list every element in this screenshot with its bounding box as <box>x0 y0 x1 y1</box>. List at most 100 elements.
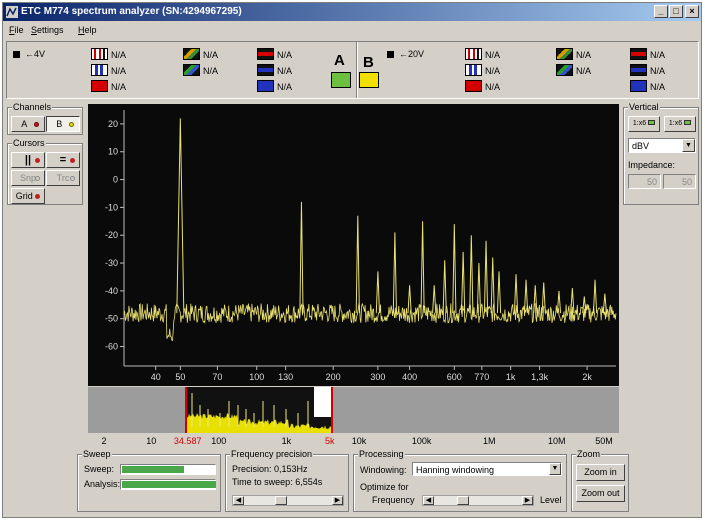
spectrum-peak[interactable] <box>375 271 380 314</box>
snr-icon <box>183 64 200 76</box>
overview-tick-label: 100k <box>412 436 432 446</box>
windowing-select[interactable]: Hanning windowing ▼ <box>412 462 562 476</box>
unit-select[interactable]: dBV ▼ <box>628 138 696 153</box>
precision-slider[interactable]: ◀ ▶ <box>232 495 344 506</box>
frequency-label: Frequency <box>372 495 415 505</box>
close-button[interactable]: × <box>685 5 699 18</box>
x-tick-label: 1,3k <box>531 372 549 382</box>
spectrum-peak[interactable] <box>407 285 412 314</box>
overview-chart[interactable]: 2 10 34.587 100 1k 5k 10k 100k 1M 10M 50M <box>88 387 619 448</box>
b-marker-value: N/A <box>485 82 501 92</box>
menu-settings[interactable]: Settings <box>31 25 64 35</box>
impedance-b-field[interactable]: 50 <box>663 174 696 189</box>
scale-a-button[interactable]: 1:x6 <box>628 116 660 132</box>
analysis-label: Analysis: <box>84 479 121 489</box>
b-freq-icon <box>630 80 647 92</box>
cursors-label: Cursors <box>12 138 46 148</box>
level-label: Level <box>540 495 562 505</box>
overview-selection-highlight <box>314 387 331 417</box>
snap-button[interactable]: Snp <box>11 170 45 186</box>
zoom-group: Zoom Zoom in Zoom out <box>571 449 629 512</box>
spectrum-chart[interactable]: 20100-10-20-30-40-50-6040 50 70 100 130 200 30… <box>88 104 619 386</box>
range-b-label: ←20V <box>399 49 425 59</box>
precision-left-arrow-icon[interactable]: ◀ <box>233 496 244 505</box>
spectrum-peak[interactable] <box>556 290 562 314</box>
windowing-dropdown-icon[interactable]: ▼ <box>549 463 561 475</box>
spectrum-peak[interactable] <box>602 293 607 314</box>
optimize-slider-thumb[interactable] <box>457 496 469 505</box>
max-level-value: N/A <box>111 50 127 60</box>
analysis-progress-bar <box>120 479 216 490</box>
zoom-out-button[interactable]: Zoom out <box>576 485 625 502</box>
precision-right-arrow-icon[interactable]: ▶ <box>332 496 343 505</box>
vertical-group: Vertical 1:x6 1:x6 dBV ▼ Impedance: 50 5… <box>623 102 699 205</box>
vertical-cursor-icon: || <box>24 154 32 166</box>
zoom-in-button[interactable]: Zoom in <box>576 464 625 481</box>
range-swatch-b <box>387 51 394 58</box>
spectrum-peak[interactable] <box>483 240 489 314</box>
track-label: Trc <box>56 173 70 183</box>
spectrum-peak[interactable] <box>420 221 425 314</box>
optimize-left-arrow-icon[interactable]: ◀ <box>423 496 434 505</box>
spectrum-peak[interactable] <box>523 279 529 314</box>
grid-button[interactable]: Grid <box>11 188 45 204</box>
b-max-level-value: N/A <box>485 50 501 60</box>
x-tick-label: 70 <box>212 372 222 382</box>
spectrum-peak[interactable] <box>490 257 495 314</box>
channel-b-button[interactable]: B <box>46 116 80 132</box>
app-window: ETC M774 spectrum analyzer (SN:429496729… <box>2 2 702 518</box>
spectrum-peak[interactable] <box>496 271 502 314</box>
horizontal-cursor-button[interactable]: = <box>46 152 80 168</box>
channel-a-button[interactable]: A <box>11 116 45 132</box>
overview-left-marker[interactable] <box>185 387 187 433</box>
range-a-label: ←4V <box>25 49 46 59</box>
impedance-a-field[interactable]: 50 <box>628 174 661 189</box>
spectrum-peak[interactable] <box>476 263 482 314</box>
precision-slider-thumb[interactable] <box>275 496 287 505</box>
spectrum-peak[interactable] <box>176 118 185 314</box>
menu-file[interactable]: File <box>9 25 24 35</box>
overview-strip[interactable]: 2 10 34.587 100 1k 5k 10k 100k 1M 10M 50M <box>88 387 619 448</box>
frequency-precision-group: Frequency precision Precision: 0,153Hz T… <box>225 449 349 512</box>
track-button[interactable]: Trc <box>46 170 80 186</box>
snap-label: Snp <box>19 173 36 183</box>
marker-value: N/A <box>111 82 127 92</box>
zoom-label: Zoom <box>576 449 602 459</box>
channel-a-color-button[interactable] <box>331 72 351 88</box>
rms-icon <box>257 64 274 76</box>
channel-b-letter: B <box>363 54 374 71</box>
optimize-slider[interactable]: ◀ ▶ <box>422 495 534 506</box>
overview-right-marker[interactable] <box>331 387 333 433</box>
minimize-button[interactable]: _ <box>654 5 668 18</box>
sweep-progress-bar <box>120 464 216 475</box>
menu-help[interactable]: Help <box>78 25 97 35</box>
title-bar: ETC M774 spectrum analyzer (SN:429496729… <box>3 3 701 21</box>
optimize-right-arrow-icon[interactable]: ▶ <box>522 496 533 505</box>
overview-tick-label: 10 <box>146 436 156 446</box>
vertical-cursor-button[interactable]: || <box>11 152 45 168</box>
spectrum-peak[interactable] <box>392 232 397 314</box>
spectrum-peak[interactable] <box>299 201 304 314</box>
processing-label: Processing <box>358 449 405 459</box>
b-peak-value: N/A <box>650 50 666 60</box>
spectrum-peak[interactable] <box>592 279 598 314</box>
y-tick-label: -10 <box>105 202 118 212</box>
range-swatch-a <box>13 51 20 58</box>
unit-dropdown-icon[interactable]: ▼ <box>682 139 695 152</box>
spectrum-peak[interactable] <box>461 251 466 314</box>
spectrum-peak[interactable] <box>432 285 437 314</box>
y-tick-label: -60 <box>105 342 118 352</box>
spectrum-peak[interactable] <box>355 215 360 314</box>
spectrum-plot[interactable]: 20 10 0 -10 -20 -30 -40 -50 -60 40 50 70 100 130 200 30… <box>88 104 619 386</box>
scale-b-button[interactable]: 1:x6 <box>664 116 696 132</box>
spectrum-peak[interactable] <box>452 224 457 314</box>
overview-tick-label: 1M <box>483 436 496 446</box>
channel-b-led-icon <box>69 122 74 127</box>
spectrum-peak[interactable] <box>442 260 447 314</box>
channel-b-color-button[interactable] <box>359 72 379 88</box>
maximize-button[interactable]: □ <box>669 5 683 18</box>
vertical-label: Vertical <box>628 102 660 112</box>
x-tick-label: 200 <box>326 372 341 382</box>
spectrum-peak[interactable] <box>469 235 474 314</box>
y-tick-label: -20 <box>105 230 118 240</box>
